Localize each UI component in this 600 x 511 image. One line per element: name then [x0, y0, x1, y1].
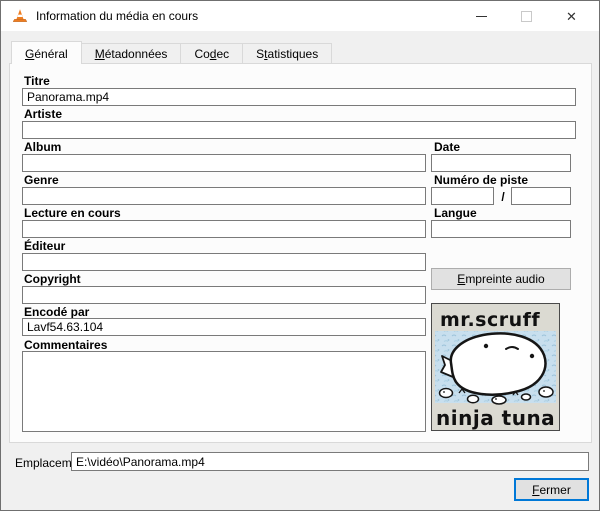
minimize-icon [476, 15, 487, 17]
album-art-title-text: ninja tuna [436, 406, 555, 430]
tab-bar: Général Métadonnées Codec Statistiques [11, 41, 333, 64]
date-label: Date [434, 140, 461, 154]
tab-statistiques[interactable]: Statistiques [243, 43, 333, 64]
encoded-by-label: Encodé par [24, 305, 90, 319]
language-input[interactable] [431, 220, 571, 238]
location-input[interactable] [71, 452, 589, 471]
date-input[interactable] [431, 154, 571, 172]
close-button[interactable]: ✕ [549, 1, 594, 31]
maximize-button [504, 1, 549, 31]
copyright-label: Copyright [24, 272, 81, 286]
album-label: Album [24, 140, 62, 154]
comments-label: Commentaires [24, 338, 108, 352]
window-title: Information du média en cours [36, 9, 199, 23]
genre-label: Genre [24, 173, 59, 187]
window-controls: ✕ [459, 1, 594, 31]
fermer-button[interactable]: Fermer [514, 478, 589, 501]
track-number-input[interactable] [431, 187, 494, 205]
album-art-artist-text: mr.scruff [440, 309, 540, 331]
minimize-button[interactable] [459, 1, 504, 31]
title-bar: Information du média en cours ✕ [1, 1, 599, 31]
media-info-dialog: Information du média en cours ✕ Général … [0, 0, 600, 511]
track-number-label: Numéro de piste [434, 173, 529, 187]
album-input[interactable] [22, 154, 426, 172]
artiste-label: Artiste [24, 107, 63, 121]
titre-label: Titre [24, 74, 50, 88]
language-label: Langue [434, 206, 477, 220]
now-playing-label: Lecture en cours [24, 206, 121, 220]
vlc-cone-icon [12, 8, 28, 24]
maximize-icon [521, 10, 532, 22]
encoded-by-input[interactable] [22, 318, 426, 336]
titre-input[interactable] [22, 88, 576, 106]
album-art-image: mr.scruff ninja tuna [431, 303, 560, 431]
genre-input[interactable] [22, 187, 426, 205]
publisher-label: Éditeur [24, 239, 66, 253]
tab-metadonnees[interactable]: Métadonnées [81, 43, 182, 64]
tab-general[interactable]: Général [11, 41, 82, 64]
close-icon: ✕ [566, 8, 577, 24]
track-total-input[interactable] [511, 187, 571, 205]
track-number-separator: / [501, 190, 505, 204]
comments-textarea[interactable] [22, 351, 426, 432]
publisher-input[interactable] [22, 253, 426, 271]
copyright-input[interactable] [22, 286, 426, 304]
artiste-input[interactable] [22, 121, 576, 139]
now-playing-input[interactable] [22, 220, 426, 238]
audio-fingerprint-button[interactable]: Empreinte audio [431, 268, 571, 290]
tab-codec[interactable]: Codec [181, 43, 244, 64]
